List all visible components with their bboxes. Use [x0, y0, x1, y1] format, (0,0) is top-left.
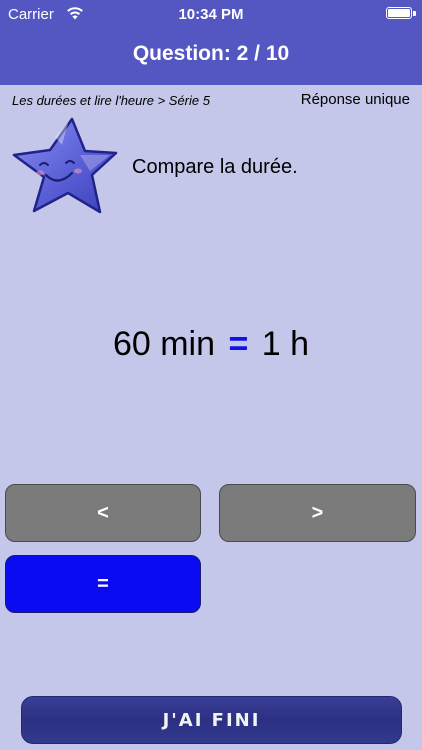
star-mascot-icon [12, 117, 118, 214]
answer-less-button[interactable]: < [5, 484, 201, 542]
question-counter: Question: 2 / 10 [132, 42, 290, 65]
battery-icon [386, 7, 416, 19]
expression-operator: = [228, 325, 249, 363]
instruction-text: Compare la durée. [132, 156, 298, 178]
answer-greater-button[interactable]: > [219, 484, 416, 542]
comparison-expression: 60 min = 1 h [0, 325, 422, 364]
expression-left: 60 min [112, 325, 216, 363]
clock-time: 10:34 PM [178, 6, 244, 23]
done-button[interactable]: J'AI FINI [21, 696, 402, 744]
mode-label: Réponse unique [300, 91, 410, 108]
answer-equal-button[interactable]: = [5, 555, 201, 613]
breadcrumb: Les durées et lire l'heure > Série 5 [12, 93, 210, 108]
status-bar: Carrier 10:34 PM [0, 0, 422, 30]
header-bar: Carrier 10:34 PM Question: 2 / 10 [0, 0, 422, 85]
expression-right: 1 h [261, 325, 310, 363]
